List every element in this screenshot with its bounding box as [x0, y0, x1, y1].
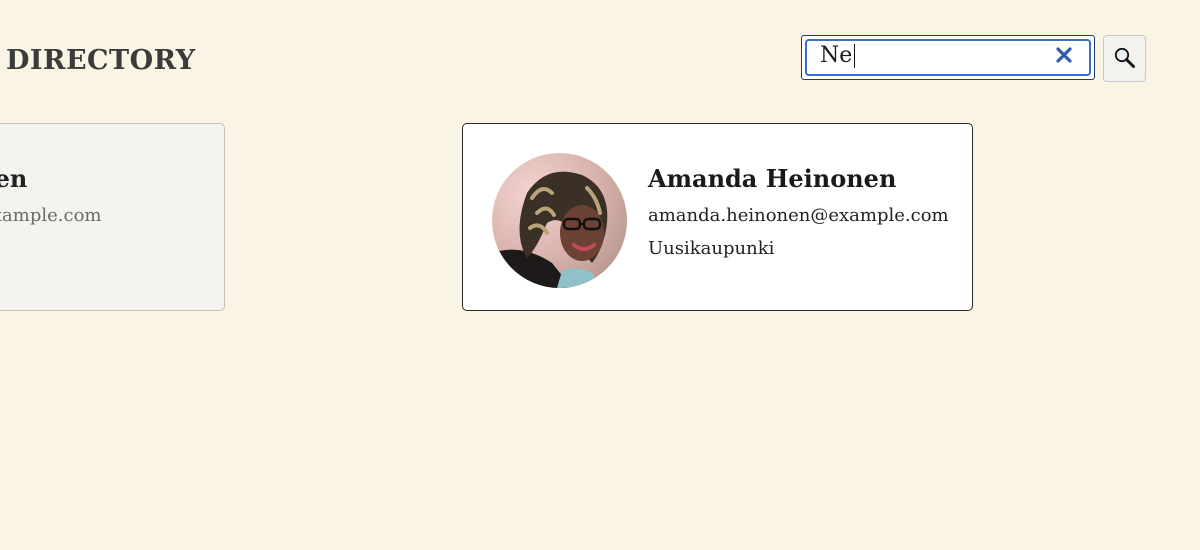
search-field[interactable] [801, 35, 1095, 80]
search-button[interactable] [1103, 35, 1146, 82]
magnifier-icon [1114, 47, 1135, 68]
contact-city: Uusikaupunki [648, 238, 775, 259]
contact-name: Amanda Heinonen [648, 164, 897, 193]
contact-name: ltonen [0, 164, 28, 193]
user-photo [492, 153, 627, 288]
avatar [492, 153, 627, 288]
search-input[interactable] [820, 40, 1040, 70]
close-icon [1056, 47, 1072, 63]
contact-email[interactable]: amanda.heinonen@example.com [648, 205, 949, 226]
page-title: DIRECTORY [6, 45, 196, 76]
directory-page: DIRECTORY ltonen en@example.com [0, 0, 1200, 550]
contact-card[interactable]: ltonen en@example.com [0, 123, 225, 311]
text-caret [854, 44, 855, 68]
contact-email: en@example.com [0, 205, 102, 226]
clear-search-button[interactable] [1052, 43, 1076, 67]
contact-card[interactable]: Amanda Heinonen amanda.heinonen@example.… [462, 123, 973, 311]
